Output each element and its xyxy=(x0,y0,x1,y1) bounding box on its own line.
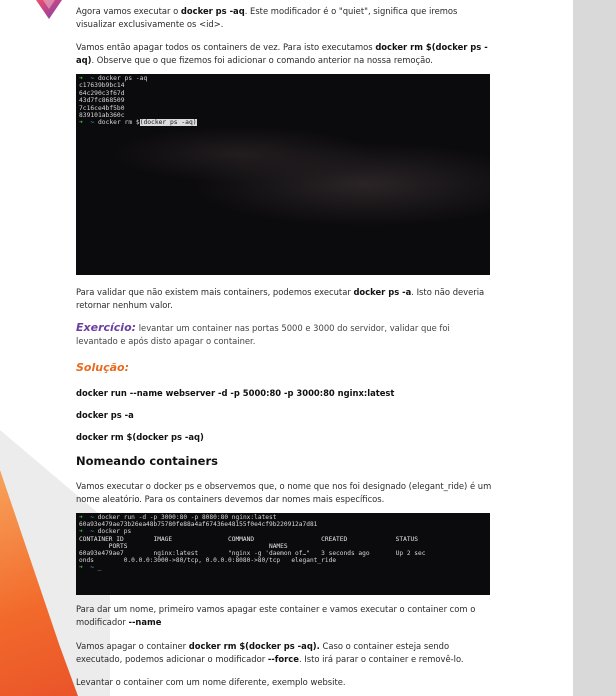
terminal-table-header: CONTAINER ID IMAGE COMMAND CREATED STATU… xyxy=(79,535,418,543)
right-side-panel xyxy=(573,0,616,696)
exercise-label: Exercício: xyxy=(76,321,137,334)
paragraph-naming: Vamos executar o docker ps e observemos … xyxy=(76,481,492,504)
terminal-id: 43d7fc868509 xyxy=(79,97,125,105)
terminal-id: 7c16ce4bf5b0 xyxy=(79,104,125,112)
terminal-table-header: PORTS NAMES xyxy=(79,542,288,550)
solution-label: Solução: xyxy=(76,361,129,374)
solution-command: docker rm $(docker ps -aq) xyxy=(76,432,204,442)
solution-command: docker run --name webserver -d -p 5000:8… xyxy=(76,388,395,398)
terminal-screenshot-1: ➜ ~ docker ps -aq c17639b9bc14 64c290c3f… xyxy=(76,74,490,275)
terminal-screenshot-2: ➜ ~ docker run -d -p 3000:80 -p 8080:80 … xyxy=(76,513,490,595)
paragraph-name-modifier: Para dar um nome, primeiro vamos apagar … xyxy=(76,604,476,627)
terminal-line: ➜ ~ docker rm $(docker ps -aq) xyxy=(79,119,197,127)
terminal-id: 839101ab360c xyxy=(79,112,125,120)
exercise-block: Exercício: levantar um container nas por… xyxy=(76,321,450,346)
paragraph-force: Vamos apagar o container docker rm $(doc… xyxy=(76,641,464,664)
terminal-id: 64c290c3f67d xyxy=(79,89,125,97)
paragraph-validate: Para validar que não existem mais contai… xyxy=(76,287,485,310)
terminal-line: ➜ ~ docker ps -aq xyxy=(79,75,148,82)
terminal-line: ➜ ~ docker ps xyxy=(79,528,132,536)
paragraph-website: Levantar o container com um nome diferen… xyxy=(76,677,346,687)
paragraph-quiet-modifier: Agora vamos executar o docker ps -aq. Es… xyxy=(76,6,458,29)
terminal-line: ➜ ~ _ xyxy=(79,564,102,572)
terminal-table-row: 60a93e479ae7 nginx:latest "nginx -g 'dae… xyxy=(79,550,426,558)
gradient-triangle-logo xyxy=(36,0,62,19)
terminal-table-row: onds 0.0.0.0:3000->80/tcp, 0.0.0.0:8080-… xyxy=(79,557,337,565)
solution-command: docker ps -a xyxy=(76,410,134,420)
terminal-line: 60a93e479ae73b26ea48b75780fe88a4af67436e… xyxy=(79,521,318,529)
terminal-line: ➜ ~ docker run -d -p 3000:80 -p 8080:80 … xyxy=(79,514,277,521)
section-heading: Nomeando containers xyxy=(76,454,218,468)
paragraph-remove-all: Vamos então apagar todos os containers d… xyxy=(76,42,488,65)
terminal-id: c17639b9bc14 xyxy=(79,82,125,90)
